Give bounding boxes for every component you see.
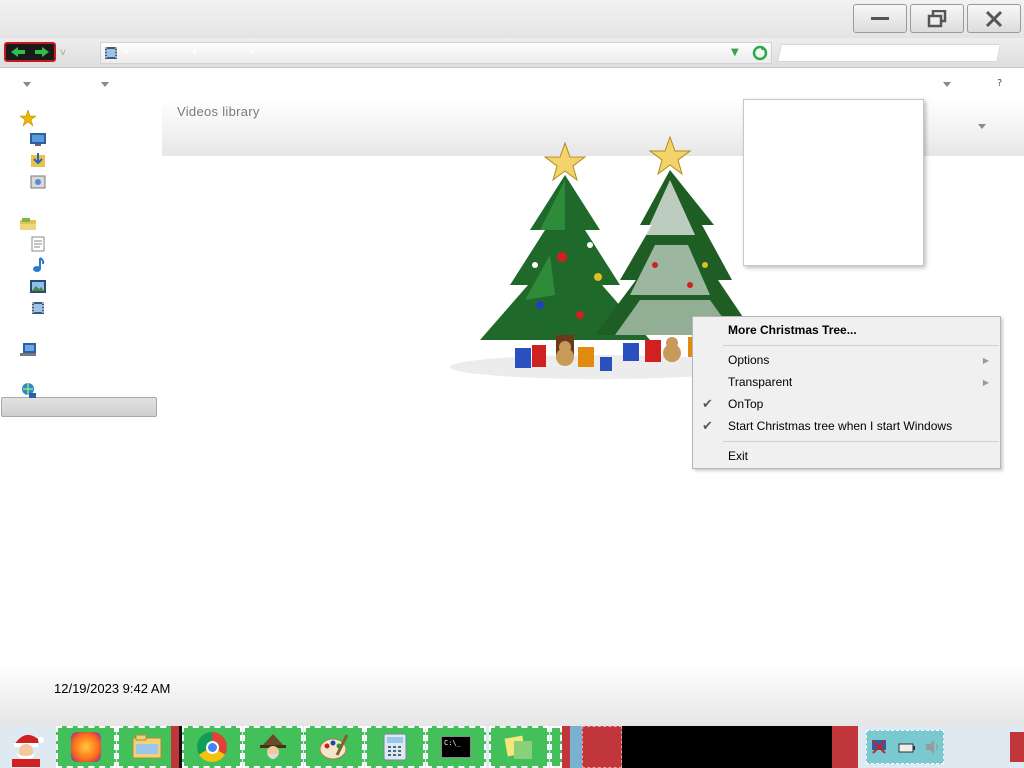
forward-arrow-icon[interactable]: [34, 46, 50, 58]
breadcrumb-arrow-icon[interactable]: ▸: [125, 47, 130, 57]
system-tray: [866, 730, 944, 764]
taskbar-separator-red: [171, 726, 179, 768]
submenu-arrow-icon: ▶: [982, 377, 989, 387]
command-prompt-text: C:\_: [444, 739, 461, 747]
taskbar-wizard-app[interactable]: [243, 726, 303, 768]
taskbar-red-tile[interactable]: [832, 726, 858, 768]
context-menu: More Christmas Tree... Options ▶ Transpa…: [692, 316, 1001, 469]
favorites-star-icon[interactable]: [20, 110, 36, 126]
santa-start-icon: [12, 734, 44, 767]
file-explorer-icon: [132, 732, 162, 762]
refresh-icon[interactable]: [752, 45, 768, 61]
recent-places-icon[interactable]: [30, 174, 46, 190]
menu-item-label: More Christmas Tree...: [728, 323, 857, 337]
libraries-icon[interactable]: [20, 216, 36, 232]
datetime-label: 12/19/2023 9:42 AM: [54, 681, 171, 696]
menu-item-label: Transparent: [728, 375, 793, 389]
organize-dropdown-icon[interactable]: [23, 82, 31, 87]
close-icon: [985, 10, 1003, 27]
menu-item-label: Start Christmas tree when I start Window…: [728, 419, 953, 433]
taskbar-calculator[interactable]: [365, 726, 425, 768]
menu-item-label: OnTop: [728, 397, 764, 411]
breadcrumb-arrow-icon[interactable]: ▸: [193, 47, 198, 57]
paint-icon: [319, 732, 349, 762]
videos-folder-icon: [105, 47, 117, 59]
volume-tray-icon[interactable]: [924, 738, 940, 756]
arrange-by-dropdown-icon[interactable]: [978, 124, 986, 129]
breadcrumb-arrow-icon[interactable]: ▸: [251, 47, 256, 57]
recent-pages-dropdown[interactable]: v: [60, 47, 66, 58]
computer-icon[interactable]: [20, 342, 36, 358]
pictures-icon[interactable]: [30, 279, 46, 295]
menu-item-options[interactable]: Options ▶: [694, 349, 999, 371]
checkmark-icon: ✔: [702, 396, 713, 411]
chrome-icon: [197, 732, 227, 762]
library-title: Videos library: [177, 104, 260, 119]
restore-icon: [927, 9, 947, 27]
submenu-arrow-icon: ▶: [982, 355, 989, 365]
menu-item-start-with-windows[interactable]: ✔ Start Christmas tree when I start Wind…: [694, 415, 999, 437]
wizard-app-icon: [258, 732, 288, 762]
firefox-icon: [71, 732, 101, 762]
christmas-tree-right-icon: [595, 135, 755, 335]
taskbar-notes[interactable]: [489, 726, 549, 768]
taskbar: C:\_: [0, 726, 1024, 768]
explorer-window: v ▸ ▸ ▸ ▼ ? Videos library 12/19/2023 9:…: [0, 0, 1024, 726]
sidebar-item-videos-selected[interactable]: [1, 397, 157, 417]
navigation-pane: [0, 98, 160, 658]
restore-button[interactable]: [910, 4, 964, 33]
menu-item-label: Options: [728, 353, 770, 367]
navigation-bar: v ▸ ▸ ▸ ▼: [0, 38, 1024, 68]
minimize-icon: [871, 16, 889, 20]
taskbar-command-prompt[interactable]: C:\_: [426, 726, 486, 768]
music-icon[interactable]: [30, 257, 46, 273]
address-dropdown-icon[interactable]: ▼: [731, 47, 739, 58]
menu-item-more-christmas-tree[interactable]: More Christmas Tree...: [694, 319, 999, 341]
documents-icon[interactable]: [30, 236, 46, 252]
downloads-icon[interactable]: [30, 152, 46, 168]
taskbar-red-tile[interactable]: [582, 726, 622, 768]
network-icon[interactable]: [20, 383, 36, 399]
desktop-icon[interactable]: [30, 132, 46, 148]
taskbar-blue-strip: [570, 726, 582, 768]
taskbar-black-region: [622, 726, 832, 768]
notes-icon: [504, 732, 534, 762]
power-tray-icon[interactable]: [897, 738, 917, 756]
taskbar-firefox[interactable]: [56, 726, 116, 768]
share-dropdown-icon[interactable]: [101, 82, 109, 87]
search-input[interactable]: [777, 44, 1001, 62]
calculator-icon: [380, 732, 410, 762]
menu-item-transparent[interactable]: Transparent ▶: [694, 371, 999, 393]
menu-item-label: Exit: [728, 449, 749, 463]
taskbar-red-strip: [562, 726, 570, 768]
address-bar[interactable]: ▸ ▸ ▸ ▼: [100, 42, 772, 64]
menu-separator: [723, 441, 999, 442]
show-desktop-button[interactable]: [1010, 732, 1024, 762]
command-prompt-icon: C:\_: [441, 736, 471, 758]
start-button[interactable]: [0, 726, 52, 768]
videos-icon[interactable]: [30, 300, 46, 316]
taskbar-overflow-tile[interactable]: [550, 726, 562, 768]
network-tray-icon[interactable]: [870, 738, 890, 756]
view-options-dropdown-icon[interactable]: [943, 82, 951, 87]
checkmark-icon: ✔: [702, 418, 713, 433]
taskbar-file-explorer[interactable]: [117, 726, 177, 768]
command-bar: ?: [0, 69, 1024, 95]
menu-separator: [723, 345, 999, 346]
minimize-button[interactable]: [853, 4, 907, 33]
back-forward-buttons[interactable]: [4, 42, 56, 62]
title-bar: [0, 0, 1024, 38]
menu-item-ontop[interactable]: ✔ OnTop: [694, 393, 999, 415]
back-arrow-icon[interactable]: [10, 46, 26, 58]
menu-item-exit[interactable]: Exit: [694, 445, 999, 467]
taskbar-paint[interactable]: [304, 726, 364, 768]
taskbar-chrome[interactable]: [182, 726, 242, 768]
close-button[interactable]: [967, 4, 1021, 33]
help-button[interactable]: ?: [997, 78, 1002, 89]
